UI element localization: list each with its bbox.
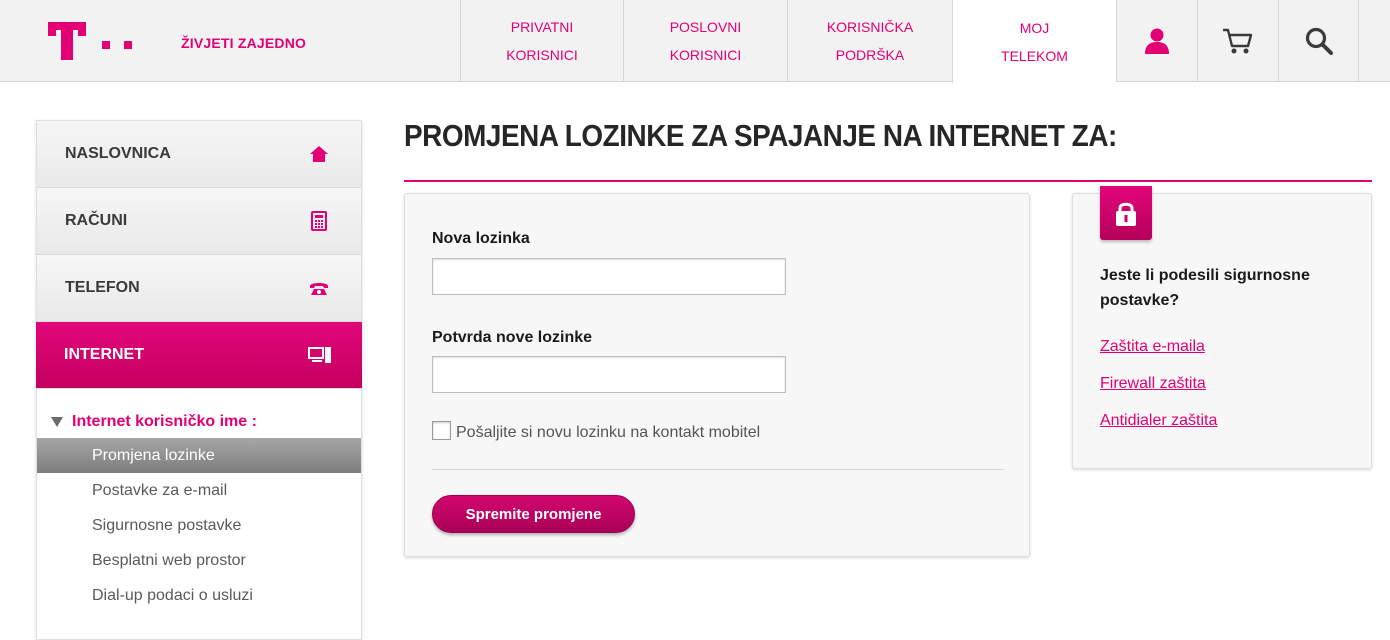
confirm-password-label: Potvrda nove lozinke (432, 329, 593, 346)
logo-dot (124, 41, 132, 49)
title-divider (404, 180, 1372, 182)
sub-item-web-prostor[interactable]: Besplatni web prostor (37, 543, 361, 578)
sidebar-item-label: NASLOVNICA (65, 145, 171, 162)
nav-privatni-korisnici[interactable]: PRIVATNI KORISNICI (460, 0, 623, 82)
sub-item-dial-up[interactable]: Dial-up podaci o usluzi (37, 578, 361, 613)
logo-t-serif-left (48, 22, 56, 36)
send-to-mobile-checkbox[interactable] (432, 421, 451, 440)
password-form: Nova lozinka Potvrda nove lozinke Pošalj… (404, 193, 1030, 557)
nav-label-line2: KORISNICI (669, 47, 742, 63)
lock-icon (1116, 202, 1136, 226)
cart-icon (1223, 28, 1253, 54)
home-icon (310, 146, 328, 162)
phone-icon (310, 283, 328, 295)
save-button[interactable]: Spremite promjene (432, 495, 635, 533)
sub-menu-header-label: Internet korisničko ime : (72, 413, 257, 430)
sidebar-item-telefon[interactable]: TELEFON (37, 255, 361, 322)
site-header: ŽIVJETI ZAJEDNO PRIVATNI KORISNICI POSLOV… (0, 0, 1390, 83)
nav-label-line2: PODRŠKA (835, 47, 905, 63)
page-title: PROMJENA LOZINKE ZA SPAJANJE NA INTERNET… (404, 118, 1117, 153)
nav-moj-telekom[interactable]: MOJ TELEKOM (952, 0, 1116, 83)
sidebar-item-label: INTERNET (64, 346, 144, 363)
slogan: ŽIVJETI ZAJEDNO (181, 35, 307, 51)
sub-menu: Promjena lozinke Postavke za e-mail Sigu… (37, 438, 361, 613)
logo-t-stem (61, 22, 73, 60)
sidebar: NASLOVNICA RAČUNI TELEFON INTERNET Inter… (36, 120, 362, 640)
send-to-mobile-label: Pošaljite si novu lozinku na kontakt mob… (456, 424, 761, 441)
logo-t-serif-right (78, 22, 86, 36)
sidebar-item-internet[interactable]: INTERNET (36, 322, 362, 389)
user-icon (1145, 28, 1169, 54)
user-button[interactable] (1116, 0, 1197, 82)
sidebar-item-naslovnica[interactable]: NASLOVNICA (37, 121, 361, 188)
nav-label-line1: MOJ (1019, 19, 1050, 36)
security-question: Jeste li podesili sigurnosne postavke? (1100, 267, 1310, 309)
sidebar-item-label: RAČUNI (65, 212, 128, 229)
nav-label-line1: KORISNIČKA (826, 19, 914, 35)
nav-label-line1: PRIVATNI (510, 19, 574, 35)
search-button[interactable] (1278, 0, 1359, 82)
security-box: Jeste li podesili sigurnosne postavke? Z… (1072, 186, 1372, 469)
lock-badge (1100, 186, 1152, 240)
main-nav: PRIVATNI KORISNICI POSLOVNI KORISNICI KORI… (460, 0, 1359, 83)
triangle-down-icon (51, 417, 63, 427)
logo-dot (102, 41, 110, 49)
sub-item-promjena-lozinke[interactable]: Promjena lozinke (37, 438, 361, 473)
sidebar-item-racuni[interactable]: RAČUNI (37, 188, 361, 255)
form-divider (432, 469, 1004, 470)
nav-korisnicka-podrska[interactable]: KORISNIČKA PODRŠKA (787, 0, 952, 82)
calculator-icon (311, 211, 327, 231)
new-password-input[interactable] (432, 258, 786, 295)
cart-button[interactable] (1197, 0, 1278, 82)
sub-item-postavke-email[interactable]: Postavke za e-mail (37, 473, 361, 508)
sub-menu-header: Internet korisničko ime : (37, 389, 361, 431)
confirm-password-input[interactable] (432, 356, 786, 393)
link-zastita-emaila[interactable]: Zaštita e-maila (1100, 338, 1205, 356)
nav-label-line2: TELEKOM (1001, 47, 1068, 64)
sidebar-item-label: TELEFON (65, 279, 140, 296)
computer-icon (308, 347, 331, 363)
sub-item-sigurnosne-postavke[interactable]: Sigurnosne postavke (37, 508, 361, 543)
telekom-logo[interactable] (48, 22, 138, 62)
nav-poslovni-korisnici[interactable]: POSLOVNI KORISNICI (623, 0, 787, 82)
link-antidialer-zastita[interactable]: Antidialer zaštita (1100, 412, 1217, 430)
link-firewall-zastita[interactable]: Firewall zaštita (1100, 375, 1206, 393)
nav-label-line1: POSLOVNI (669, 19, 742, 35)
new-password-label: Nova lozinka (432, 230, 530, 247)
search-icon (1305, 27, 1333, 55)
nav-label-line2: KORISNICI (506, 47, 578, 63)
